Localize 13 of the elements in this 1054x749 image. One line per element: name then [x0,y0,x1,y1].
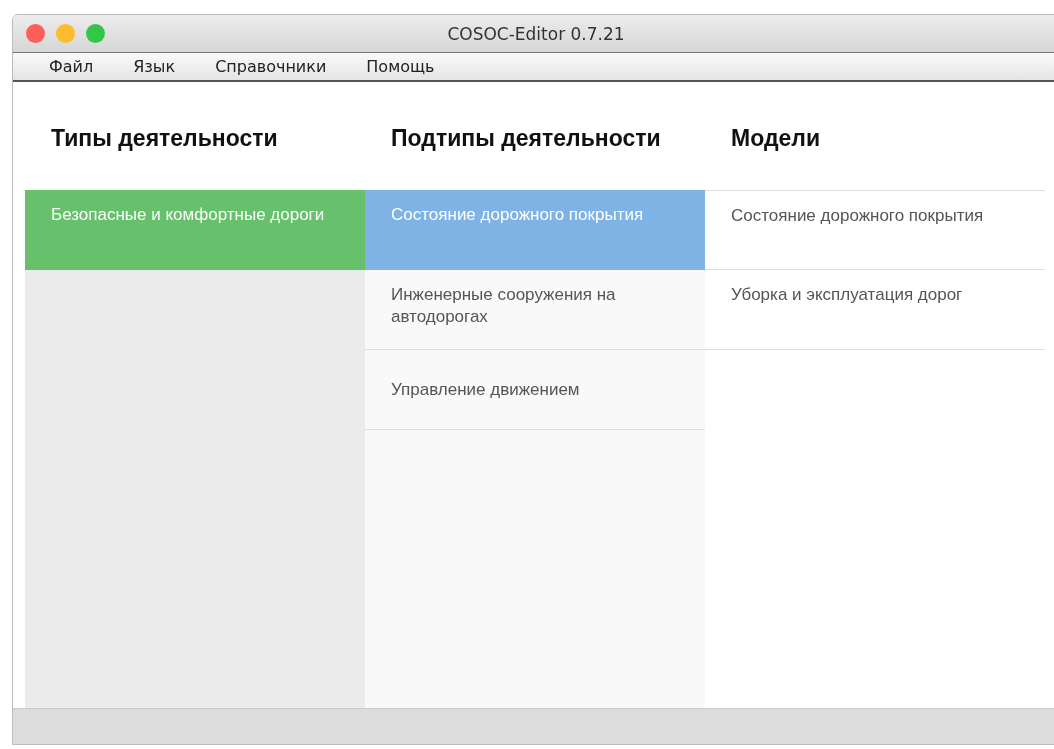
column-heading: Подтипы деятельности [391,124,661,152]
minimize-button[interactable] [56,24,75,43]
menu-item[interactable]: Справочники [215,57,347,76]
window-title: COSOC-Editor 0.7.21 [447,23,625,44]
menu-item[interactable]: Язык [133,57,196,76]
zoom-button[interactable] [86,24,105,43]
list-item[interactable]: Состояние дорожного покрытия [705,190,1045,270]
column-heading: Модели [731,124,821,152]
list-item[interactable]: Уборка и эксплуатация дорог [705,270,1045,350]
column-heading: Типы деятельности [51,124,278,152]
menu-item[interactable]: Помощь [366,57,455,76]
close-button[interactable] [26,24,45,43]
menu-item[interactable]: Файл [49,57,114,76]
